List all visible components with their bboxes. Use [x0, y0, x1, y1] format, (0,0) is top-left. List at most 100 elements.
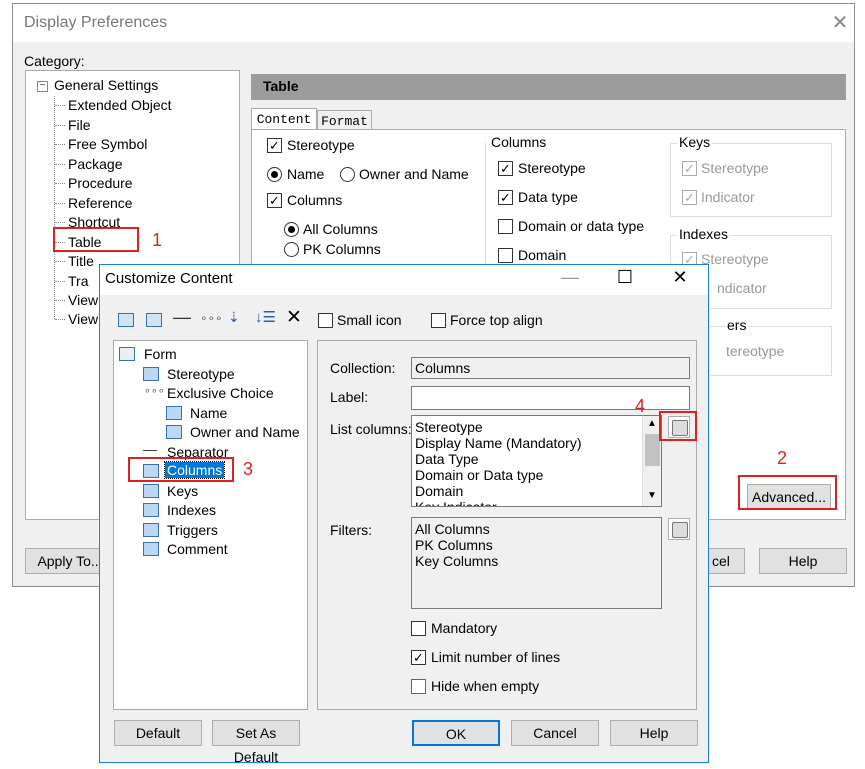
minimize-icon[interactable]: — — [555, 267, 585, 288]
tree-item-indexes[interactable]: Indexes — [167, 502, 216, 518]
ok-button[interactable]: OK — [412, 720, 500, 746]
list-item[interactable]: Display Name (Mandatory) — [415, 435, 582, 451]
pk-columns-radio[interactable] — [284, 242, 299, 257]
tree-item-free-symbol[interactable]: Free Symbol — [68, 136, 147, 152]
keys-stereotype-checkbox[interactable]: ✓ — [682, 161, 697, 176]
default-button[interactable]: Default — [114, 720, 202, 746]
filters-label: Filters: — [330, 522, 372, 538]
maximize-icon[interactable]: ☐ — [610, 267, 640, 288]
annotation-number-2: 2 — [777, 448, 788, 468]
small-icon-checkbox[interactable] — [318, 313, 333, 328]
tree-item-view-2[interactable]: View — [68, 311, 98, 327]
cancel-button[interactable]: Cancel — [511, 720, 599, 746]
title-bar: Customize Content — ☐ ✕ — [100, 265, 708, 295]
set-as-default-button[interactable]: Set As Default — [212, 720, 300, 765]
tree-item-exclusive-choice[interactable]: Exclusive Choice — [167, 385, 274, 401]
owner-and-name-radio[interactable] — [340, 167, 355, 182]
help-button[interactable]: Help — [759, 548, 847, 574]
force-top-align-checkbox[interactable] — [431, 313, 446, 328]
list-item[interactable]: All Columns — [415, 521, 490, 537]
content-tree[interactable]: Form Stereotype ∘∘∘ Exclusive Choice Nam… — [113, 340, 308, 710]
list-item[interactable]: Key Columns — [415, 553, 498, 569]
close-icon[interactable]: ✕ — [828, 10, 852, 35]
add-separator-icon[interactable]: — — [173, 307, 191, 328]
hide-when-empty-label: Hide when empty — [431, 678, 540, 694]
add-exclusive-choice-icon[interactable]: ∘∘∘ — [200, 311, 223, 325]
select-filters-button[interactable] — [668, 518, 690, 540]
move-down-icon[interactable]: ⇣ — [228, 309, 240, 326]
list-item[interactable]: Data Type — [415, 451, 479, 467]
dialog-title: Customize Content — [105, 270, 233, 287]
customize-content-dialog: Customize Content — ☐ ✕ — ∘∘∘ ⇣ ↓☰ ✕ Sma… — [99, 264, 709, 765]
delete-icon[interactable]: ✕ — [286, 306, 302, 329]
keys-indicator-checkbox[interactable]: ✓ — [682, 190, 697, 205]
stereotype-checkbox[interactable]: ✓ — [267, 138, 282, 153]
attribute-icon — [143, 542, 159, 556]
annotation-number-1: 1 — [152, 230, 163, 250]
scroll-down-icon[interactable]: ▼ — [647, 490, 657, 501]
limit-lines-label: Limit number of lines — [431, 649, 561, 665]
annotation-number-4: 4 — [635, 396, 646, 416]
list-item[interactable]: PK Columns — [415, 537, 493, 553]
indexes-group-title: Indexes — [677, 226, 731, 242]
attribute-icon — [166, 425, 182, 439]
title-bar: Display Preferences ✕ — [13, 4, 854, 42]
help-button[interactable]: Help — [610, 720, 698, 746]
domain-or-data-type-checkbox[interactable] — [498, 219, 513, 234]
tree-item-name[interactable]: Name — [190, 405, 227, 421]
name-radio[interactable] — [267, 167, 282, 182]
col-stereotype-checkbox[interactable]: ✓ — [498, 161, 513, 176]
mandatory-checkbox[interactable] — [411, 621, 426, 636]
list-order-icon[interactable]: ↓☰ — [255, 308, 276, 326]
list-item[interactable]: Domain — [415, 483, 463, 499]
tree-item-extended-object[interactable]: Extended Object — [68, 97, 172, 113]
tree-item-keys[interactable]: Keys — [167, 483, 198, 499]
columns-checkbox[interactable]: ✓ — [267, 193, 282, 208]
tree-item-triggers[interactable]: Triggers — [167, 522, 218, 538]
tree-item-comment[interactable]: Comment — [167, 541, 228, 557]
tree-item-title[interactable]: Title — [68, 253, 94, 269]
dialog-title: Display Preferences — [24, 14, 168, 31]
close-icon[interactable]: ✕ — [665, 267, 695, 288]
hide-when-empty-checkbox[interactable] — [411, 679, 426, 694]
tree-item-general-settings[interactable]: General Settings — [54, 77, 158, 93]
list-item[interactable]: Key Indicator — [415, 499, 497, 506]
indexes-indicator-label: ndicator — [717, 280, 767, 296]
scroll-up-icon[interactable]: ▲ — [647, 418, 657, 429]
limit-lines-checkbox[interactable]: ✓ — [411, 650, 426, 665]
add-attribute-icon[interactable] — [146, 313, 162, 327]
tab-content[interactable]: Content — [251, 108, 317, 131]
tree-item-owner-and-name[interactable]: Owner and Name — [190, 424, 300, 440]
tree-item-stereotype[interactable]: Stereotype — [167, 366, 235, 382]
tree-item-package[interactable]: Package — [68, 156, 122, 172]
all-columns-label: All Columns — [303, 221, 378, 237]
collapse-icon[interactable]: − — [37, 81, 48, 92]
scroll-thumb[interactable] — [645, 434, 660, 466]
stereotype-label: Stereotype — [287, 137, 355, 153]
tree-item-file[interactable]: File — [68, 117, 91, 133]
tree-item-form[interactable]: Form — [144, 346, 177, 362]
attribute-icon — [143, 523, 159, 537]
mandatory-label: Mandatory — [431, 620, 498, 636]
tree-item-view[interactable]: View — [68, 292, 98, 308]
list-columns-listbox[interactable]: Stereotype Display Name (Mandatory) Data… — [411, 415, 662, 507]
indexes-stereotype-label: Stereotype — [701, 251, 769, 267]
annotation-box-1 — [53, 227, 139, 252]
annotation-box-2 — [738, 475, 837, 510]
list-item[interactable]: Domain or Data type — [415, 467, 543, 483]
label-input[interactable] — [411, 386, 690, 410]
tree-item-reference[interactable]: Reference — [68, 195, 133, 211]
annotation-number-3: 3 — [243, 459, 254, 479]
add-form-icon[interactable] — [118, 313, 134, 327]
data-type-checkbox[interactable]: ✓ — [498, 190, 513, 205]
filters-listbox[interactable]: All Columns PK Columns Key Columns — [411, 517, 662, 609]
list-item[interactable]: Stereotype — [415, 419, 483, 435]
domain-checkbox[interactable] — [498, 248, 513, 263]
name-label: Name — [287, 166, 325, 182]
tree-item-procedure[interactable]: Procedure — [68, 175, 133, 191]
attribute-icon — [143, 367, 159, 381]
col-stereotype-label: Stereotype — [518, 160, 586, 176]
tree-item-tra[interactable]: Tra — [68, 273, 88, 289]
force-top-align-label: Force top align — [450, 312, 543, 328]
all-columns-radio[interactable] — [284, 222, 299, 237]
